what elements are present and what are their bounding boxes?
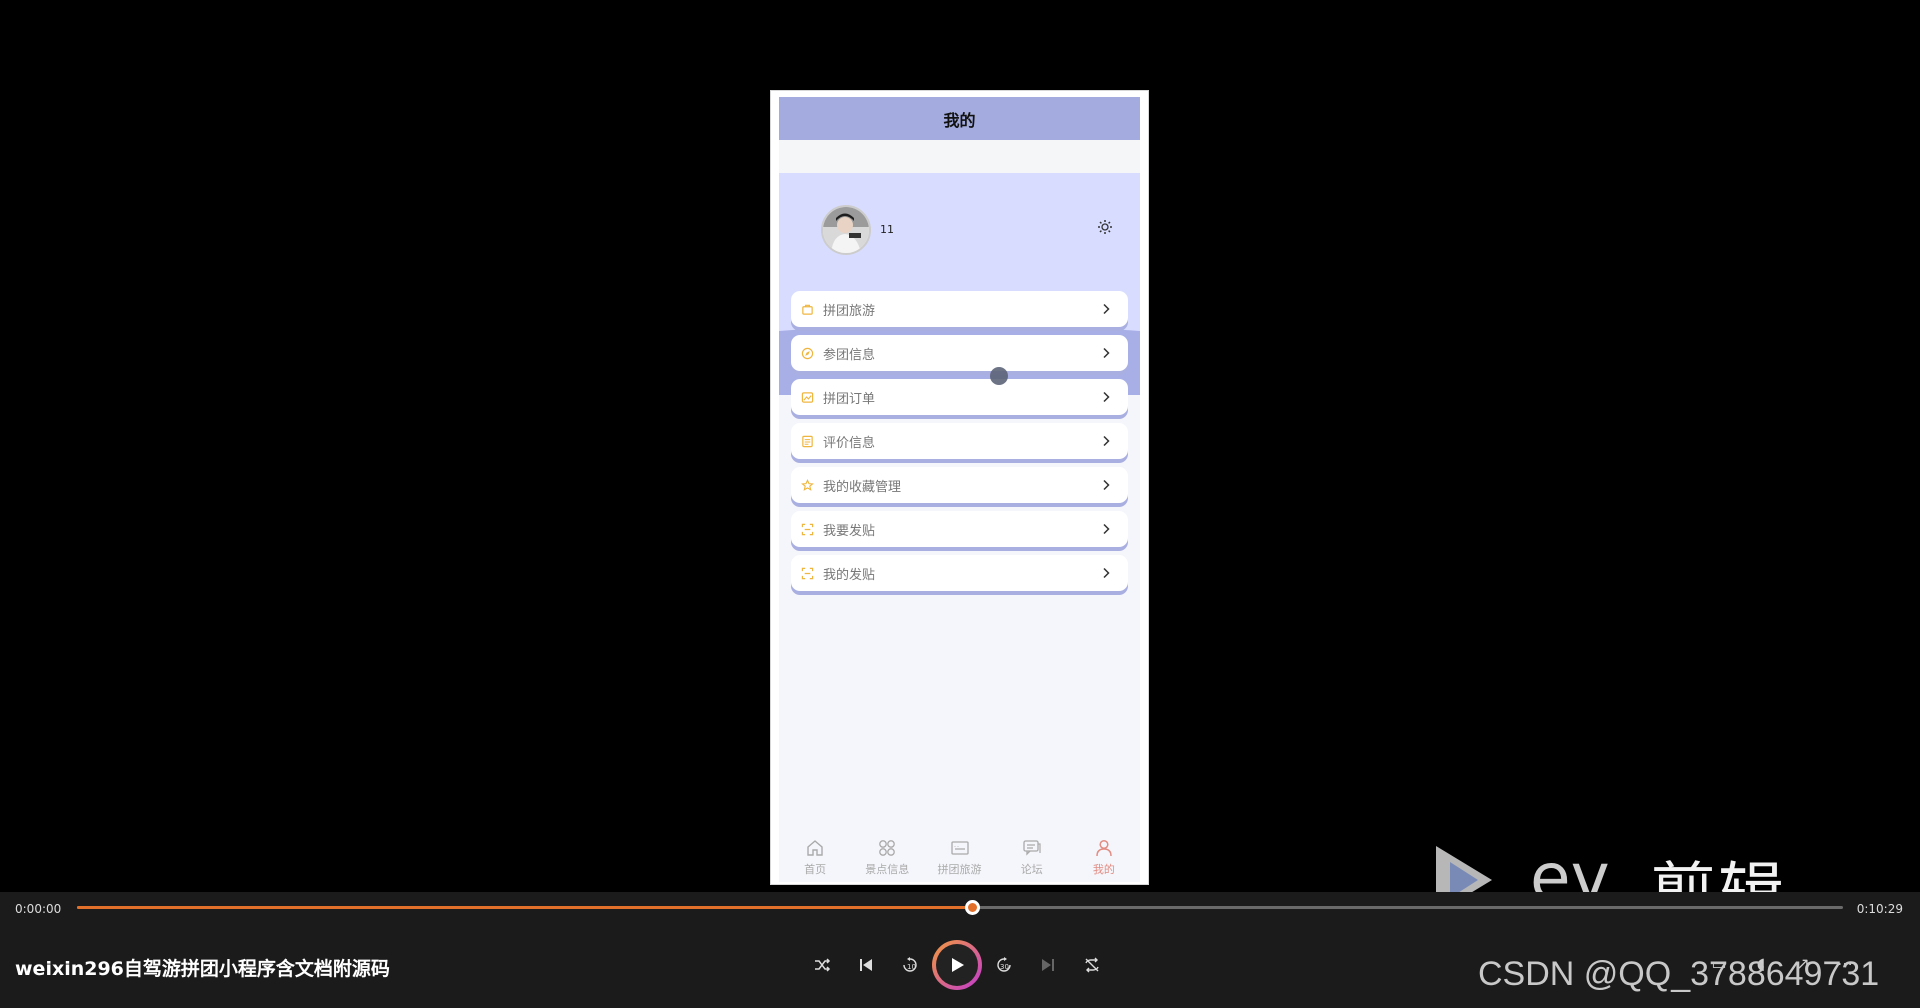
tab-item[interactable]: 拼团旅游 bbox=[923, 832, 995, 882]
tab-item[interactable]: 我的 bbox=[1068, 832, 1140, 882]
menu-item-label: 我要发贴 bbox=[823, 523, 876, 539]
total-time: 0:10:29 bbox=[1856, 902, 1903, 916]
menu-item[interactable]: 我要发贴 bbox=[791, 511, 1128, 547]
menu-item[interactable]: 我的收藏管理 bbox=[791, 467, 1128, 503]
progress-thumb[interactable] bbox=[965, 900, 981, 915]
chat-icon bbox=[1021, 837, 1043, 859]
compass-icon bbox=[799, 345, 815, 361]
playback-controls: 10 30 bbox=[800, 940, 1114, 990]
chevron-right-icon bbox=[1098, 345, 1114, 361]
play-icon bbox=[936, 944, 978, 986]
next-icon[interactable] bbox=[1026, 943, 1070, 987]
video-stage: 我的 11 拼团旅游 参团信息 拼团订单 评价信息 我的收藏管理 我要发贴 我的… bbox=[0, 0, 1920, 892]
menu-item[interactable]: 我的发贴 bbox=[791, 555, 1128, 591]
touch-indicator bbox=[990, 367, 1008, 385]
svg-text:10: 10 bbox=[907, 963, 916, 971]
video-title: weixin296自驾游拼团小程序含文档附源码 bbox=[15, 958, 390, 980]
scan-icon bbox=[799, 521, 815, 537]
tab-item[interactable]: 首页 bbox=[779, 832, 851, 882]
csdn-watermark: CSDN @QQ_3788649731 bbox=[1478, 955, 1880, 993]
rewind-10-icon[interactable]: 10 bbox=[888, 943, 932, 987]
phone-frame: 我的 11 拼团旅游 参团信息 拼团订单 评价信息 我的收藏管理 我要发贴 我的… bbox=[770, 90, 1149, 885]
chevron-right-icon bbox=[1098, 565, 1114, 581]
avatar[interactable] bbox=[821, 205, 871, 255]
page-title: 我的 bbox=[943, 110, 976, 130]
grid-icon bbox=[876, 837, 898, 859]
image-icon bbox=[799, 389, 815, 405]
shuffle-icon[interactable] bbox=[800, 943, 844, 987]
previous-icon[interactable] bbox=[844, 943, 888, 987]
tab-bar: 首页 景点信息 拼团旅游 论坛 我的 bbox=[779, 832, 1140, 882]
chevron-right-icon bbox=[1098, 433, 1114, 449]
menu-item[interactable]: 拼团旅游 bbox=[791, 291, 1128, 327]
repeat-off-icon[interactable] bbox=[1070, 943, 1114, 987]
bag-icon bbox=[799, 301, 815, 317]
menu-item-label: 评价信息 bbox=[823, 435, 876, 451]
menu-item-label: 拼团旅游 bbox=[823, 303, 876, 319]
progress-fill bbox=[77, 906, 973, 909]
tab-label: 我的 bbox=[1092, 863, 1115, 876]
forward-30-icon[interactable]: 30 bbox=[982, 943, 1026, 987]
menu-item-label: 我的收藏管理 bbox=[823, 479, 902, 495]
username: 11 bbox=[880, 223, 894, 236]
tab-label: 拼团旅游 bbox=[937, 863, 982, 876]
menu-item[interactable]: 参团信息 bbox=[791, 335, 1128, 371]
user-icon bbox=[1093, 837, 1115, 859]
svg-text:30: 30 bbox=[1000, 963, 1009, 971]
tab-label: 首页 bbox=[804, 863, 827, 876]
star-icon bbox=[799, 477, 815, 493]
tab-label: 景点信息 bbox=[865, 863, 910, 876]
list-icon bbox=[799, 433, 815, 449]
scan-icon bbox=[799, 565, 815, 581]
ticket-icon bbox=[949, 837, 971, 859]
chevron-right-icon bbox=[1098, 521, 1114, 537]
menu-item[interactable]: 拼团订单 bbox=[791, 379, 1128, 415]
gear-icon[interactable] bbox=[1095, 219, 1115, 239]
tab-label: 论坛 bbox=[1020, 863, 1043, 876]
menu-item-label: 我的发贴 bbox=[823, 567, 876, 583]
nav-bar: 我的 bbox=[779, 97, 1140, 140]
tab-item[interactable]: 论坛 bbox=[996, 832, 1068, 882]
phone-screen: 我的 11 拼团旅游 参团信息 拼团订单 评价信息 我的收藏管理 我要发贴 我的… bbox=[779, 97, 1140, 882]
chevron-right-icon bbox=[1098, 301, 1114, 317]
current-time: 0:00:00 bbox=[15, 902, 62, 916]
chevron-right-icon bbox=[1098, 389, 1114, 405]
play-button[interactable] bbox=[932, 940, 982, 990]
menu-item[interactable]: 评价信息 bbox=[791, 423, 1128, 459]
tab-item[interactable]: 景点信息 bbox=[851, 832, 923, 882]
chevron-right-icon bbox=[1098, 477, 1114, 493]
menu-item-label: 拼团订单 bbox=[823, 391, 876, 407]
menu-item-label: 参团信息 bbox=[823, 347, 876, 363]
progress-track[interactable] bbox=[77, 900, 1843, 915]
spacer bbox=[779, 140, 1140, 173]
home-icon bbox=[804, 837, 826, 859]
